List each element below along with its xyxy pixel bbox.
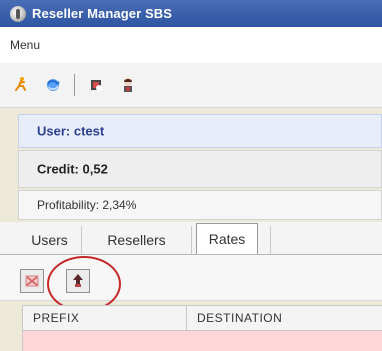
credit-label: Credit: 0,52	[37, 161, 108, 177]
app-icon	[10, 5, 26, 22]
tab-resellers[interactable]: Resellers	[82, 226, 192, 254]
column-destination[interactable]: DESTINATION	[187, 306, 382, 330]
table-row[interactable]	[23, 331, 382, 351]
delete-icon[interactable]	[20, 269, 44, 293]
profitability-panel: Profitability: 2,34%	[18, 190, 382, 220]
tab-users[interactable]: Users	[18, 226, 82, 254]
table-header-row: PREFIX DESTINATION	[23, 306, 382, 331]
profitability-label: Profitability: 2,34%	[37, 198, 137, 212]
user-settings-icon[interactable]	[85, 74, 107, 96]
toolbar-divider	[74, 74, 75, 96]
window-title: Reseller Manager SBS	[32, 6, 173, 21]
column-prefix[interactable]: PREFIX	[23, 306, 187, 330]
user-icon[interactable]	[117, 74, 139, 96]
rate-icon[interactable]	[66, 269, 90, 293]
tab-divider	[270, 226, 271, 254]
user-label: User: ctest	[37, 123, 105, 139]
tab-rates[interactable]: Rates	[196, 223, 258, 254]
rates-table: PREFIX DESTINATION	[22, 305, 382, 351]
rates-toolbar	[0, 255, 382, 301]
main-toolbar	[0, 63, 382, 108]
main-tabs: Users Resellers Rates	[0, 222, 382, 255]
refresh-icon[interactable]	[42, 74, 64, 96]
user-panel: User: ctest	[18, 114, 382, 148]
credit-panel: Credit: 0,52	[18, 150, 382, 188]
runner-icon[interactable]	[10, 74, 32, 96]
menu-item-menu[interactable]: Menu	[10, 38, 40, 52]
menu-bar: Menu	[0, 27, 382, 63]
title-bar: Reseller Manager SBS	[0, 0, 382, 28]
